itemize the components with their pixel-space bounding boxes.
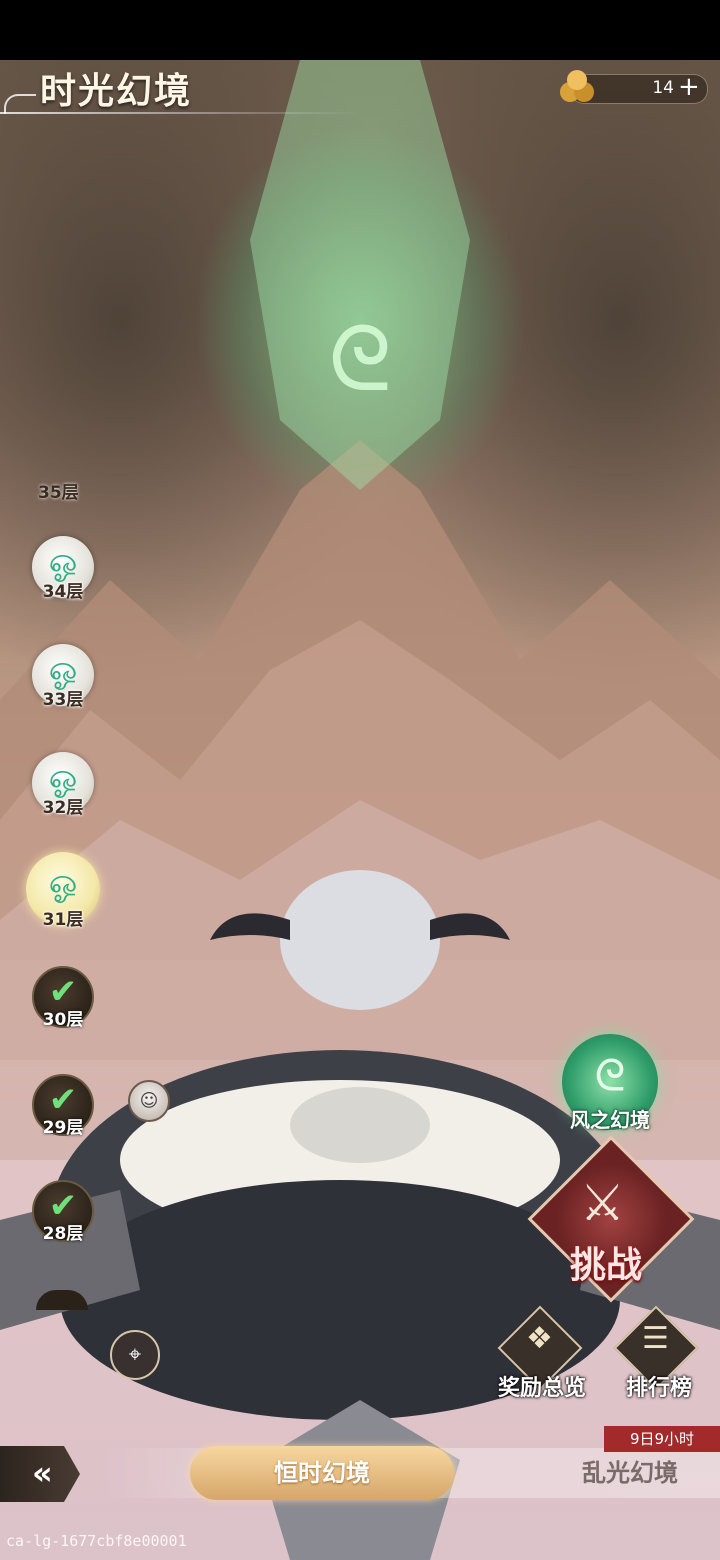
ranking-scroll-icon: ☰ xyxy=(642,1321,669,1356)
floor-label: 33层 xyxy=(42,690,84,710)
title-ornament xyxy=(4,94,36,114)
floor-31-node[interactable]: ஓ 31层 xyxy=(26,852,100,930)
floor-29-node[interactable]: ✔ 29层 xyxy=(32,1074,94,1138)
floor-32-node[interactable]: ஓ 32层 xyxy=(32,752,94,818)
challenge-label[interactable]: 挑战 xyxy=(570,1236,642,1288)
build-watermark: ca-lg-1677cbf8e00001 xyxy=(6,1532,187,1550)
tab-constant-realm[interactable]: 恒时幻境 xyxy=(190,1446,454,1500)
floor-label: 29层 xyxy=(42,1118,84,1138)
currency-value: 14 xyxy=(652,78,674,98)
floor-label: 28层 xyxy=(42,1224,84,1244)
floor-label: 34层 xyxy=(42,582,84,602)
svg-text:ᘓ: ᘓ xyxy=(328,307,391,412)
locate-button[interactable]: ⌖ xyxy=(110,1330,160,1380)
floor-33-node[interactable]: ஓ 33层 xyxy=(32,644,94,710)
floor-30-node[interactable]: ✔ 30层 xyxy=(32,966,94,1030)
gold-ore-icon xyxy=(560,70,594,102)
player-avatar[interactable]: ☺ xyxy=(128,1080,170,1122)
floor-28-node[interactable]: ✔ 28层 xyxy=(32,1180,94,1244)
wind-rune-icon: ᘓ xyxy=(594,1050,626,1102)
wind-realm-label: 风之幻境 xyxy=(570,1108,650,1132)
avatar-face-icon: ☺ xyxy=(139,1090,159,1112)
wind-cloud-icon: ஓ xyxy=(48,861,78,902)
ranking-label[interactable]: 排行榜 xyxy=(626,1370,692,1402)
rewards-label[interactable]: 奖励总览 xyxy=(498,1370,586,1402)
game-scene: ᘓ xyxy=(0,60,720,1560)
wind-cloud-icon: ஓ xyxy=(48,540,78,581)
floor-label: 30层 xyxy=(42,1010,84,1030)
location-pin-icon: ⌖ xyxy=(128,1342,142,1368)
add-currency-button[interactable]: + xyxy=(678,74,700,100)
wind-cloud-icon: ஓ xyxy=(48,756,78,797)
tab-chaos-realm[interactable]: 乱光幻境 xyxy=(540,1446,720,1500)
wind-cloud-icon: ஓ xyxy=(48,648,78,689)
floor-35-label: 35层 xyxy=(38,483,79,503)
crossed-swords-icon: ⚔ xyxy=(580,1174,625,1232)
floor-label: 31层 xyxy=(42,910,84,930)
back-arrow-icon[interactable]: « xyxy=(32,1454,53,1492)
tab-timer-badge: 9日9小时 xyxy=(604,1426,720,1452)
status-bar xyxy=(0,0,720,60)
floor-34-node[interactable]: ஓ 34层 xyxy=(32,536,94,602)
floor-label: 32层 xyxy=(42,798,84,818)
title-underline xyxy=(0,112,360,114)
scroll-map-icon: ❖ xyxy=(526,1321,553,1356)
page-title: 时光幻境 xyxy=(40,71,193,112)
background-art: ᘓ xyxy=(0,60,720,1560)
